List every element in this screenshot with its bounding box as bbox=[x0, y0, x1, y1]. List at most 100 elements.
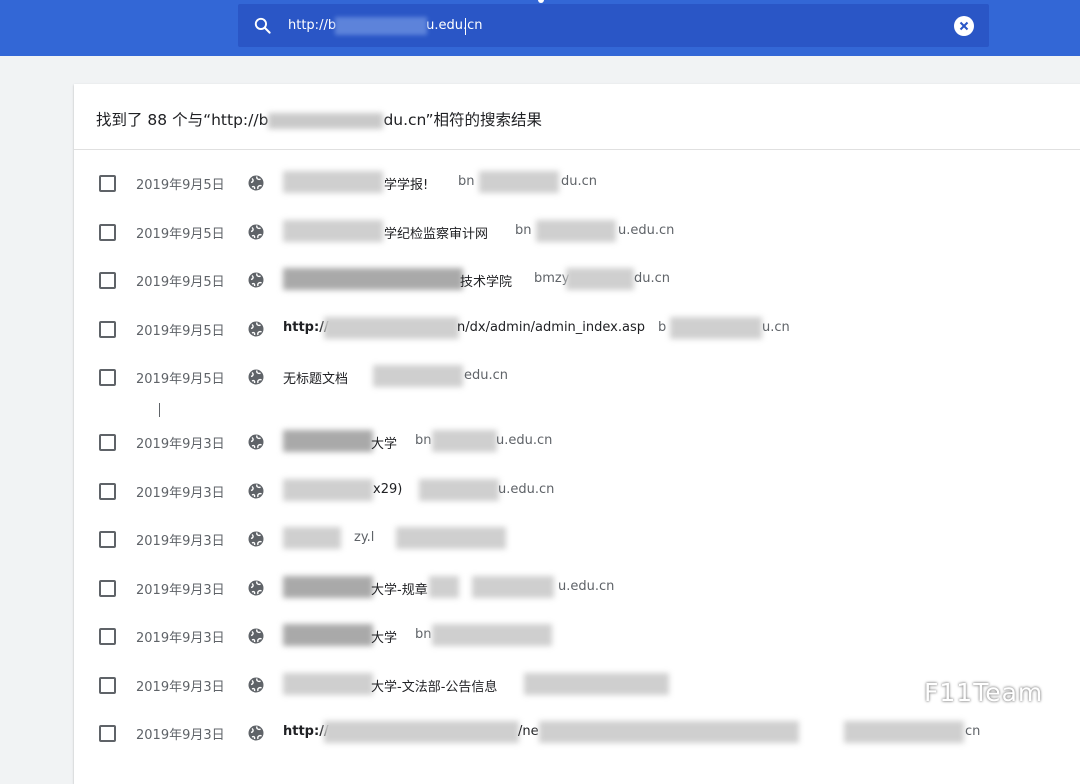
redacted-domain bbox=[539, 721, 799, 743]
row-checkbox[interactable] bbox=[99, 175, 116, 192]
row-date: 2019年9月3日 bbox=[136, 583, 225, 598]
row-date: 2019年9月5日 bbox=[136, 227, 225, 242]
row-title[interactable]: 大学 bbox=[371, 433, 397, 452]
row-domain-suffix: u.edu.cn bbox=[618, 223, 675, 238]
redacted-title bbox=[283, 268, 463, 290]
row-checkbox[interactable] bbox=[99, 531, 116, 548]
row-domain-suffix: u.edu.cn bbox=[498, 482, 555, 497]
redacted-domain bbox=[536, 220, 616, 242]
globe-icon bbox=[248, 580, 264, 596]
row-date: 2019年9月3日 bbox=[136, 680, 225, 695]
row-domain: bn bbox=[515, 223, 532, 238]
wechat-icon bbox=[883, 682, 916, 706]
history-row[interactable]: 2019年9月3日 http:// /ne cn bbox=[74, 718, 1080, 748]
history-row[interactable]: 2019年9月5日 学纪检监察审计网 bn u.edu.cn bbox=[74, 217, 1080, 247]
row-checkbox[interactable] bbox=[99, 628, 116, 645]
row-date: 2019年9月3日 bbox=[136, 534, 225, 549]
redacted-domain bbox=[566, 268, 634, 290]
history-row[interactable]: 2019年9月3日 x29) u.edu.cn bbox=[74, 476, 1080, 506]
clear-search-button[interactable] bbox=[954, 16, 974, 36]
redacted-title bbox=[283, 171, 383, 193]
text-caret bbox=[465, 18, 466, 35]
globe-icon bbox=[248, 224, 264, 240]
globe-icon bbox=[248, 725, 264, 741]
row-checkbox[interactable] bbox=[99, 580, 116, 597]
row-title[interactable]: 学学报! bbox=[384, 174, 428, 193]
row-checkbox[interactable] bbox=[99, 677, 116, 694]
row-title[interactable]: zy.l bbox=[354, 530, 374, 545]
row-checkbox[interactable] bbox=[99, 483, 116, 500]
globe-icon bbox=[248, 628, 264, 644]
search-box[interactable]: http://b u.edu.cn bbox=[238, 4, 989, 47]
globe-icon bbox=[248, 369, 264, 385]
globe-icon bbox=[248, 483, 264, 499]
row-checkbox[interactable] bbox=[99, 224, 116, 241]
row-checkbox[interactable] bbox=[99, 321, 116, 338]
redacted-domain bbox=[670, 317, 762, 339]
row-date: 2019年9月3日 bbox=[136, 486, 225, 501]
row-title[interactable]: 学纪检监察审计网 bbox=[384, 223, 488, 242]
row-title[interactable]: 无标题文档 bbox=[283, 368, 348, 387]
row-title[interactable]: x29) bbox=[373, 482, 402, 497]
row-date: 2019年9月3日 bbox=[136, 631, 225, 646]
row-checkbox[interactable] bbox=[99, 369, 116, 386]
redacted-title bbox=[324, 317, 459, 339]
redacted-title bbox=[283, 220, 383, 242]
row-checkbox[interactable] bbox=[99, 434, 116, 451]
row-domain-suffix: u.edu.cn bbox=[558, 579, 615, 594]
results-summary: 找到了 88 个与“http://b du.cn”相符的搜索结果 bbox=[96, 108, 542, 130]
search-icon bbox=[254, 17, 271, 34]
row-domain-suffix: u.cn bbox=[762, 320, 790, 335]
redacted-domain bbox=[432, 430, 497, 452]
redacted-domain bbox=[396, 527, 506, 549]
row-domain-suffix: du.cn bbox=[561, 174, 598, 189]
redacted-title bbox=[283, 430, 373, 452]
redacted-text bbox=[268, 112, 384, 129]
row-title[interactable]: 技术学院 bbox=[460, 271, 512, 290]
row-checkbox[interactable] bbox=[99, 725, 116, 742]
row-domain: bmzy bbox=[534, 271, 570, 286]
history-row[interactable]: 2019年9月5日 http:// n/dx/admin/admin_index… bbox=[74, 314, 1080, 344]
redacted-domain bbox=[432, 624, 552, 646]
row-title-prefix[interactable]: http:// bbox=[283, 320, 329, 335]
toolbar: http://b u.edu.cn bbox=[0, 0, 1080, 56]
search-input-prefix: http://b bbox=[288, 18, 337, 33]
row-domain-suffix: u.edu.cn bbox=[496, 433, 553, 448]
row-domain: bn bbox=[415, 433, 432, 448]
history-row[interactable]: 2019年9月3日 zy.l bbox=[74, 524, 1080, 554]
redacted-domain bbox=[844, 721, 964, 743]
row-checkbox[interactable] bbox=[99, 272, 116, 289]
mouse-cursor bbox=[159, 403, 160, 417]
row-date: 2019年9月5日 bbox=[136, 324, 225, 339]
history-row[interactable]: 2019年9月5日 技术学院 bmzy du.cn bbox=[74, 265, 1080, 295]
row-date: 2019年9月3日 bbox=[136, 728, 225, 743]
redacted-title bbox=[283, 479, 373, 501]
history-row[interactable]: 2019年9月5日 无标题文档 edu.cn bbox=[74, 362, 1080, 392]
row-domain: bn bbox=[458, 174, 475, 189]
row-date: 2019年9月5日 bbox=[136, 178, 225, 193]
close-icon bbox=[959, 21, 969, 31]
history-row[interactable]: 2019年9月3日 大学 bn bbox=[74, 621, 1080, 651]
globe-icon bbox=[248, 677, 264, 693]
redacted-domain bbox=[479, 171, 559, 193]
watermark: F11Team bbox=[882, 678, 1043, 707]
row-title[interactable]: 大学-规章 bbox=[371, 579, 428, 598]
globe-icon bbox=[248, 434, 264, 450]
globe-icon bbox=[248, 175, 264, 191]
row-domain: bn bbox=[415, 627, 432, 642]
toolbar-notch bbox=[538, 0, 544, 3]
redacted-title bbox=[429, 576, 459, 598]
results-summary-prefix: 找到了 88 个与“http://b bbox=[96, 111, 269, 129]
history-row[interactable]: 2019年9月3日 大学-规章 u.edu.cn bbox=[74, 573, 1080, 603]
row-title[interactable]: 大学 bbox=[371, 627, 397, 646]
search-input-suffix: u.edu.cn bbox=[426, 18, 483, 33]
row-date: 2019年9月3日 bbox=[136, 437, 225, 452]
history-row[interactable]: 2019年9月3日 大学 bn u.edu.cn bbox=[74, 427, 1080, 457]
redacted-title bbox=[283, 576, 373, 598]
history-row[interactable]: 2019年9月5日 学学报! bn du.cn bbox=[74, 168, 1080, 198]
row-title[interactable]: n/dx/admin/admin_index.asp bbox=[457, 320, 645, 335]
row-title[interactable]: 大学-文法部-公告信息 bbox=[371, 676, 497, 695]
globe-icon bbox=[248, 321, 264, 337]
globe-icon bbox=[248, 531, 264, 547]
results-header: 找到了 88 个与“http://b du.cn”相符的搜索结果 bbox=[74, 84, 1080, 150]
